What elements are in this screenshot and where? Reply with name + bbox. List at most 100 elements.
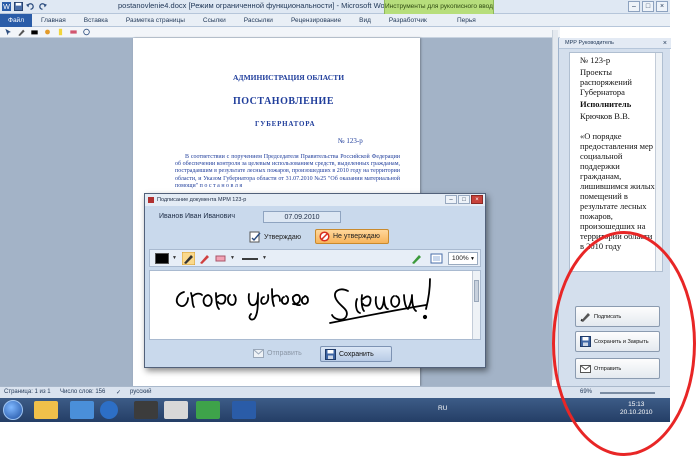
task-pane-title: МРР Руководитель × [559,38,671,49]
doc-org-heading: АДМИНИСТРАЦИЯ ОБЛАСТИ [233,73,345,82]
dialog-send-label: Отправить [267,350,302,357]
prohibited-icon [319,231,330,242]
reject-label: Не утверждаю [333,233,380,240]
close-icon[interactable]: × [656,1,668,12]
task-pane-scrollbar[interactable] [655,53,662,271]
dialog-send-button[interactable]: Отправить [253,349,302,358]
clock-time: 15:13 [628,401,645,408]
tab-home[interactable]: Главная [32,17,75,24]
green-pen-icon[interactable] [410,252,423,265]
chevron-down-icon[interactable]: ▼ [172,255,177,261]
brush-icon[interactable] [43,28,52,36]
chevron-down-icon[interactable]: ▼ [262,255,267,261]
tab-insert[interactable]: Вставка [75,17,117,24]
send-button[interactable]: Отправить [575,358,660,379]
tab-view[interactable]: Вид [350,17,380,24]
approve-option[interactable]: Утверждаю [249,231,301,243]
quick-access-toolbar: W [2,2,47,11]
minimize-icon[interactable]: – [628,1,640,12]
approve-label: Утверждаю [264,233,301,241]
explorer-icon[interactable] [34,401,58,419]
clock-date: 20.10.2010 [620,409,653,416]
tab-page-layout[interactable]: Разметка страницы [117,17,194,24]
canvas-scrollbar[interactable] [472,271,480,339]
word-taskbar-icon[interactable] [232,401,256,419]
task-pane-title-text: МРР Руководитель [565,40,614,46]
signature-canvas[interactable] [149,270,481,340]
select-icon[interactable] [4,28,13,36]
info-executor-label-text: Исполнитель [580,99,632,109]
send-button-label: Отправить [594,365,622,372]
title-bar: W postanovlenie4.docx [Режим ограниченно… [0,0,670,14]
redo-icon[interactable] [38,2,47,11]
chevron-down-icon: ▼ [470,256,475,262]
close-icon[interactable]: × [663,38,667,49]
tab-developer[interactable]: Разработчик [380,17,436,24]
tab-references[interactable]: Ссылки [194,17,235,24]
maximize-icon[interactable]: □ [458,195,470,204]
maximize-icon[interactable]: □ [642,1,654,12]
ribbon-tabs: Файл Главная Вставка Разметка страницы С… [0,13,670,27]
media-player-icon[interactable] [70,401,94,419]
status-proofing-icon[interactable]: ✓ [116,389,121,396]
signer-name: Иванов Иван Иванович [159,213,235,220]
network-app-icon[interactable] [196,401,220,419]
info-category: Проекты распоряжений Губернатора [580,67,632,97]
zoom-slider[interactable] [600,392,655,394]
ink-color-swatch[interactable] [155,253,169,264]
scrollbar-thumb[interactable] [474,280,479,302]
window-controls: – □ × [628,1,668,12]
undo-icon[interactable] [26,2,35,11]
doc-type-heading: ПОСТАНОВЛЕНИЕ [233,96,334,107]
tab-mailings[interactable]: Рассылки [235,17,282,24]
minimize-icon[interactable]: – [445,195,457,204]
save-close-button[interactable]: Сохранить и Закрыть [575,331,660,352]
eraser-icon[interactable] [214,252,227,265]
hp-icon[interactable] [100,401,118,419]
close-icon[interactable]: × [471,195,483,204]
tab-pens[interactable]: Перья [448,14,485,27]
pen-icon[interactable] [182,252,195,265]
sign-button[interactable]: Подписать [575,306,660,327]
status-word-count[interactable]: Число слов: 156 [60,389,105,395]
stamp-icon [249,231,261,243]
svg-text:W: W [3,2,10,11]
save-icon [580,336,591,347]
tab-review[interactable]: Рецензирование [282,17,350,24]
dialog-title-bar: Подписание документа МРМ 123-р – □ × [145,194,485,206]
status-language[interactable]: русский [130,389,152,395]
save-icon[interactable] [14,2,23,11]
envelope-icon [580,365,591,373]
lasso-icon[interactable] [82,28,91,36]
window-icon[interactable] [164,401,188,419]
handwritten-signature-icon [175,278,431,324]
info-executor-label: Исполнитель [570,97,662,109]
task-pane: МРР Руководитель × № 123-р Проекты распо… [558,38,671,386]
fit-page-icon[interactable] [430,252,443,265]
zoom-select[interactable]: 100% ▼ [448,252,478,265]
chevron-down-icon[interactable]: ▼ [230,255,235,261]
eraser-icon[interactable] [69,28,78,36]
signing-dialog: Подписание документа МРМ 123-р – □ × Ива… [144,193,486,368]
highlighter-icon[interactable] [56,28,65,36]
screen: W postanovlenie4.docx [Режим ограниченно… [0,0,700,458]
dialog-save-button[interactable]: Сохранить [320,346,392,362]
info-executor-name: Крючков В.В. [580,111,630,121]
line-thickness-icon[interactable] [240,252,260,265]
envelope-icon [253,349,264,358]
context-tab-group: Инструменты для рукописного ввода [384,0,494,14]
status-zoom[interactable]: 69% [580,389,592,395]
marker-icon[interactable] [198,252,211,265]
info-number: № 123-р [580,55,611,65]
pen-icon[interactable] [17,28,26,36]
date-field[interactable]: 07.09.2010 [263,211,341,223]
language-indicator[interactable]: RU [438,405,447,412]
reject-option[interactable]: Не утверждаю [315,229,389,244]
tab-file[interactable]: Файл [0,13,32,27]
start-button[interactable] [3,400,23,420]
clock[interactable]: 15:13 20.10.2010 [620,401,653,417]
status-page[interactable]: Страница: 1 из 1 [4,389,51,395]
word-icon[interactable]: W [2,2,11,11]
app-icon[interactable] [134,401,158,419]
color-icon[interactable] [30,28,39,36]
